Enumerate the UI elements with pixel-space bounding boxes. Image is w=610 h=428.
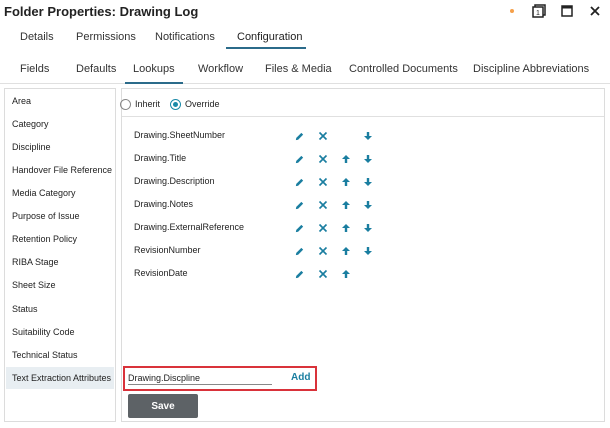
remove-icon[interactable] [317, 268, 329, 280]
lookup-item[interactable]: Purpose of Issue [12, 211, 80, 221]
lookup-item[interactable]: Area [12, 96, 31, 106]
move-up-icon[interactable] [340, 268, 352, 280]
move-down-icon[interactable] [362, 245, 374, 257]
active-tab-indicator [226, 47, 306, 49]
lookup-item[interactable]: Status [12, 304, 38, 314]
main-tabs: Details Permissions Notifications Config… [0, 24, 610, 54]
lookup-item[interactable]: Media Category [12, 188, 76, 198]
edit-icon[interactable] [293, 222, 305, 234]
move-down-icon[interactable] [362, 222, 374, 234]
lookup-item[interactable]: Suitability Code [12, 327, 75, 337]
remove-icon[interactable] [317, 130, 329, 142]
lookup-item[interactable]: Technical Status [12, 350, 78, 360]
subtab-controlled-documents[interactable]: Controlled Documents [349, 63, 458, 75]
sub-tabs: Fields Defaults Lookups Workflow Files &… [0, 56, 610, 84]
lookup-item[interactable]: RIBA Stage [12, 257, 59, 267]
window-title: Folder Properties: Drawing Log [4, 4, 199, 19]
field-name: Drawing.SheetNumber [134, 130, 226, 140]
save-button[interactable]: Save [128, 394, 198, 418]
override-label: Override [185, 99, 220, 109]
add-button[interactable]: Add [291, 372, 310, 383]
tab-configuration[interactable]: Configuration [237, 31, 302, 43]
notification-dot-icon [510, 9, 514, 13]
svg-text:1: 1 [536, 10, 540, 17]
remove-icon[interactable] [317, 199, 329, 211]
edit-icon[interactable] [293, 199, 305, 211]
lookup-item[interactable]: Discipline [12, 142, 51, 152]
tab-details[interactable]: Details [20, 31, 54, 43]
override-radio[interactable] [170, 98, 182, 110]
field-name: Drawing.Title [134, 153, 187, 163]
remove-icon[interactable] [317, 153, 329, 165]
subtab-lookups[interactable]: Lookups [133, 63, 175, 75]
tab-notifications[interactable]: Notifications [155, 31, 215, 43]
edit-icon[interactable] [293, 268, 305, 280]
maximize-icon[interactable] [558, 2, 576, 20]
lookup-item[interactable]: Handover File Reference [12, 165, 112, 175]
edit-icon[interactable] [293, 176, 305, 188]
field-name: Drawing.Description [134, 176, 215, 186]
remove-icon[interactable] [317, 245, 329, 257]
edit-icon[interactable] [293, 130, 305, 142]
move-down-icon[interactable] [362, 130, 374, 142]
subtab-files-media[interactable]: Files & Media [265, 63, 332, 75]
lookup-item[interactable]: Sheet Size [12, 280, 56, 290]
subtab-fields[interactable]: Fields [20, 63, 49, 75]
popout-icon[interactable]: 1 [530, 2, 548, 20]
move-down-icon[interactable] [362, 176, 374, 188]
window-controls: 1 [510, 2, 604, 20]
mode-selector: Inherit Override [120, 96, 220, 112]
move-down-icon[interactable] [362, 153, 374, 165]
subtab-discipline-abbreviations[interactable]: Discipline Abbreviations [473, 63, 589, 75]
remove-icon[interactable] [317, 176, 329, 188]
subtab-defaults[interactable]: Defaults [76, 63, 116, 75]
lookup-item-selected[interactable]: Text Extraction Attributes [12, 373, 111, 383]
move-up-icon[interactable] [340, 245, 352, 257]
field-name: RevisionDate [134, 268, 188, 278]
move-down-icon[interactable] [362, 199, 374, 211]
inherit-radio[interactable] [120, 98, 131, 110]
lookup-list: Area Category Discipline Handover File R… [4, 88, 116, 422]
title-bar: Folder Properties: Drawing Log 1 [0, 0, 610, 24]
tab-permissions[interactable]: Permissions [76, 31, 136, 43]
field-name: Drawing.ExternalReference [134, 222, 245, 232]
divider [122, 116, 604, 117]
active-subtab-indicator [125, 82, 183, 84]
move-up-icon[interactable] [340, 222, 352, 234]
inherit-label: Inherit [135, 99, 161, 109]
new-field-input[interactable] [128, 371, 272, 385]
field-name: Drawing.Notes [134, 199, 194, 209]
edit-icon[interactable] [293, 245, 305, 257]
lookup-item[interactable]: Category [12, 119, 49, 129]
field-name: RevisionNumber [134, 245, 201, 255]
subtab-workflow[interactable]: Workflow [198, 63, 243, 75]
remove-icon[interactable] [317, 222, 329, 234]
edit-icon[interactable] [293, 153, 305, 165]
lookup-item[interactable]: Retention Policy [12, 234, 77, 244]
move-up-icon[interactable] [340, 199, 352, 211]
close-icon[interactable] [586, 2, 604, 20]
move-up-icon[interactable] [340, 153, 352, 165]
move-up-icon[interactable] [340, 176, 352, 188]
